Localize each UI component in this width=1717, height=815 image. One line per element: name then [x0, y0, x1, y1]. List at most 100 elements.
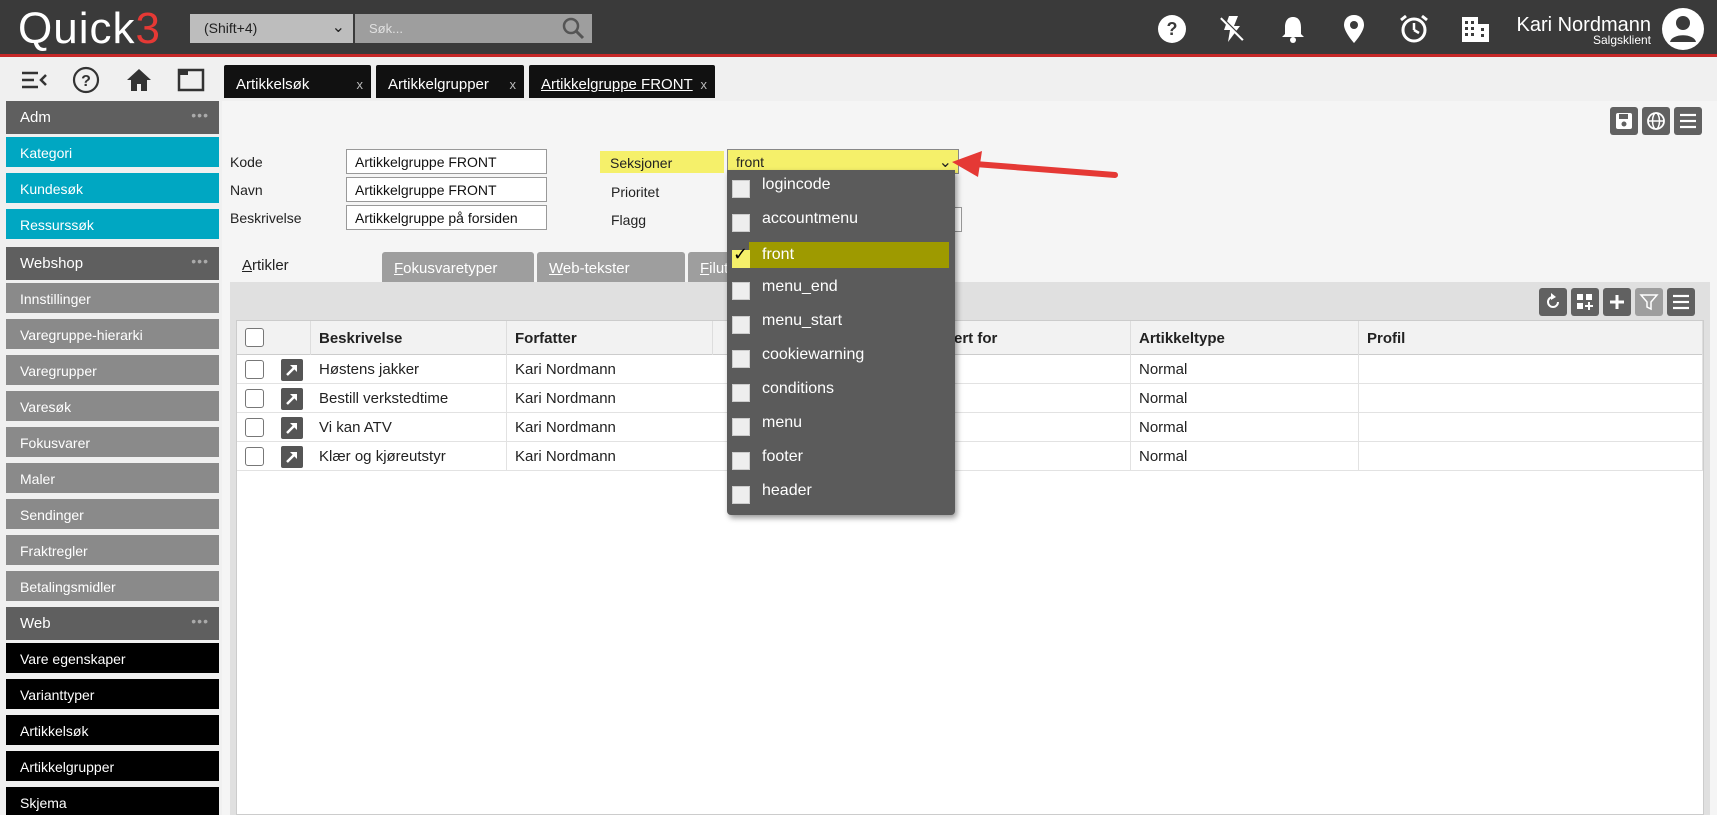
globe-button[interactable] [1642, 107, 1670, 135]
sidebar-item-fraktregler[interactable]: Fraktregler [6, 535, 219, 565]
option-checkbox[interactable] [732, 384, 750, 402]
sidebar-item-maler[interactable]: Maler [6, 463, 219, 493]
chevron-down-icon: ⌄ [331, 19, 345, 36]
row-checkbox[interactable] [245, 447, 264, 466]
column-header-profil[interactable]: Profil [1359, 321, 1703, 355]
column-header-forfatter[interactable]: Forfatter [507, 321, 713, 355]
dropdown-option-logincode[interactable]: logincode [727, 172, 955, 204]
column-header-artikkeltype[interactable]: Artikkeltype [1131, 321, 1359, 355]
cell-beskrivelse: Klær og kjøreutstyr [311, 442, 507, 471]
option-checkbox[interactable] [732, 350, 750, 368]
dropdown-option-header[interactable]: header [727, 478, 955, 510]
table-row[interactable]: Høstens jakker Kari Nordmann Alle Normal [237, 355, 1703, 384]
grid-menu-button[interactable] [1667, 288, 1695, 316]
home-icon[interactable] [125, 66, 153, 94]
close-icon[interactable]: x [357, 77, 364, 92]
open-button[interactable] [281, 446, 303, 468]
flash-off-icon[interactable] [1216, 13, 1248, 45]
add-group-button[interactable] [1571, 288, 1599, 316]
save-icon [1616, 113, 1632, 129]
sidebar-item-ressurssok[interactable]: Ressurssøk [6, 209, 219, 239]
option-checkbox[interactable] [732, 486, 750, 504]
sidebar-item-varesok[interactable]: Varesøk [6, 391, 219, 421]
row-checkbox[interactable] [245, 389, 264, 408]
dropdown-option-menu-end[interactable]: menu_end [727, 274, 955, 306]
close-icon[interactable]: x [701, 77, 708, 92]
sidebar-item-skjema[interactable]: Skjema [6, 787, 219, 815]
sidebar-item-artikkelsok[interactable]: Artikkelsøk [6, 715, 219, 745]
table-row[interactable]: Bestill verkstedtime Kari Nordmann Alle … [237, 384, 1703, 413]
bell-icon[interactable] [1277, 13, 1309, 45]
sidebar-section-web[interactable]: Web ••• [6, 607, 219, 640]
dropdown-option-front[interactable]: ✓ front [727, 242, 955, 274]
shortcut-select[interactable]: (Shift+4) ⌄ [190, 14, 353, 43]
dropdown-option-cookiewarning[interactable]: cookiewarning [727, 342, 955, 374]
sidebar-section-webshop[interactable]: Webshop ••• [6, 247, 219, 280]
dropdown-option-menu[interactable]: menu [727, 410, 955, 442]
cell-beskrivelse: Bestill verkstedtime [311, 384, 507, 413]
filter-button[interactable] [1635, 288, 1663, 316]
navn-field[interactable]: Artikkelgruppe FRONT [346, 177, 547, 202]
open-button[interactable] [281, 417, 303, 439]
open-button[interactable] [281, 388, 303, 410]
table-row[interactable]: Vi kan ATV Kari Nordmann Alle Normal [237, 413, 1703, 442]
option-checkbox[interactable] [732, 180, 750, 198]
refresh-button[interactable] [1539, 288, 1567, 316]
sidebar-item-betalingsmidler[interactable]: Betalingsmidler [6, 571, 219, 601]
menu-button[interactable] [1674, 107, 1702, 135]
beskrivelse-field[interactable]: Artikkelgruppe på forsiden [346, 205, 547, 230]
select-all-checkbox[interactable] [245, 328, 264, 347]
window-icon[interactable] [177, 66, 205, 94]
location-pin-icon[interactable] [1338, 13, 1370, 45]
alarm-clock-icon[interactable] [1398, 13, 1430, 45]
tab-web-tekster[interactable]: Web-tekster [537, 252, 685, 282]
option-checkbox[interactable] [732, 214, 750, 232]
menu-collapse-icon[interactable] [20, 66, 48, 94]
dropdown-option-menu-start[interactable]: menu_start [727, 308, 955, 340]
tab-fokusvaretyper[interactable]: Fokusvaretyper [382, 252, 534, 282]
avatar-icon[interactable] [1661, 7, 1705, 51]
table-row[interactable]: Klær og kjøreutstyr Kari Nordmann Alle N… [237, 442, 1703, 471]
help-circle-icon[interactable]: ? [72, 66, 100, 94]
option-checkbox[interactable] [732, 418, 750, 436]
more-icon[interactable]: ••• [191, 613, 209, 629]
cell-profil [1359, 384, 1703, 413]
sidebar-item-varianttyper[interactable]: Varianttyper [6, 679, 219, 709]
sidebar-item-innstillinger[interactable]: Innstillinger [6, 283, 219, 313]
sidebar-section-adm[interactable]: Adm ••• [6, 101, 219, 134]
dropdown-option-footer[interactable]: footer [727, 444, 955, 476]
sidebar-item-artikkelgrupper[interactable]: Artikkelgrupper [6, 751, 219, 781]
tab-artikler[interactable]: Artikler [230, 247, 380, 282]
save-button[interactable] [1610, 107, 1638, 135]
open-arrow-icon [286, 365, 297, 376]
search-icon[interactable] [560, 16, 586, 40]
sidebar-item-sendinger[interactable]: Sendinger [6, 499, 219, 529]
more-icon[interactable]: ••• [191, 107, 209, 123]
open-button[interactable] [281, 359, 303, 381]
search-input[interactable]: Søk... [355, 14, 592, 43]
more-icon[interactable]: ••• [191, 253, 209, 269]
add-button[interactable] [1603, 288, 1631, 316]
row-checkbox[interactable] [245, 418, 264, 437]
kode-field[interactable]: Artikkelgruppe FRONT [346, 149, 547, 174]
tab-artikkelgrupper[interactable]: Artikkelgrupper x [376, 65, 524, 98]
dropdown-option-accountmenu[interactable]: accountmenu [727, 206, 955, 238]
sidebar-item-vare-egenskaper[interactable]: Vare egenskaper [6, 643, 219, 673]
option-checkbox[interactable] [732, 316, 750, 334]
sidebar-item-varegruppe-hierarki[interactable]: Varegruppe-hierarki [6, 319, 219, 349]
sidebar-item-kategori[interactable]: Kategori [6, 137, 219, 167]
help-icon[interactable]: ? [1156, 13, 1188, 45]
sidebar-item-varegrupper[interactable]: Varegrupper [6, 355, 219, 385]
sidebar-item-fokusvarer[interactable]: Fokusvarer [6, 427, 219, 457]
option-checkbox[interactable] [732, 282, 750, 300]
tab-artikkelgruppe-front[interactable]: Artikkelgruppe FRONT x [529, 65, 715, 98]
row-checkbox[interactable] [245, 360, 264, 379]
column-header-beskrivelse[interactable]: Beskrivelse [311, 321, 507, 355]
sidebar-item-kundesok[interactable]: Kundesøk [6, 173, 219, 203]
app-logo[interactable]: Quick3 [18, 4, 161, 54]
dropdown-option-conditions[interactable]: conditions [727, 376, 955, 408]
tab-artikkelsok[interactable]: Artikkelsøk x [224, 65, 371, 98]
option-checkbox[interactable] [732, 452, 750, 470]
building-icon[interactable] [1459, 13, 1491, 45]
close-icon[interactable]: x [510, 77, 517, 92]
